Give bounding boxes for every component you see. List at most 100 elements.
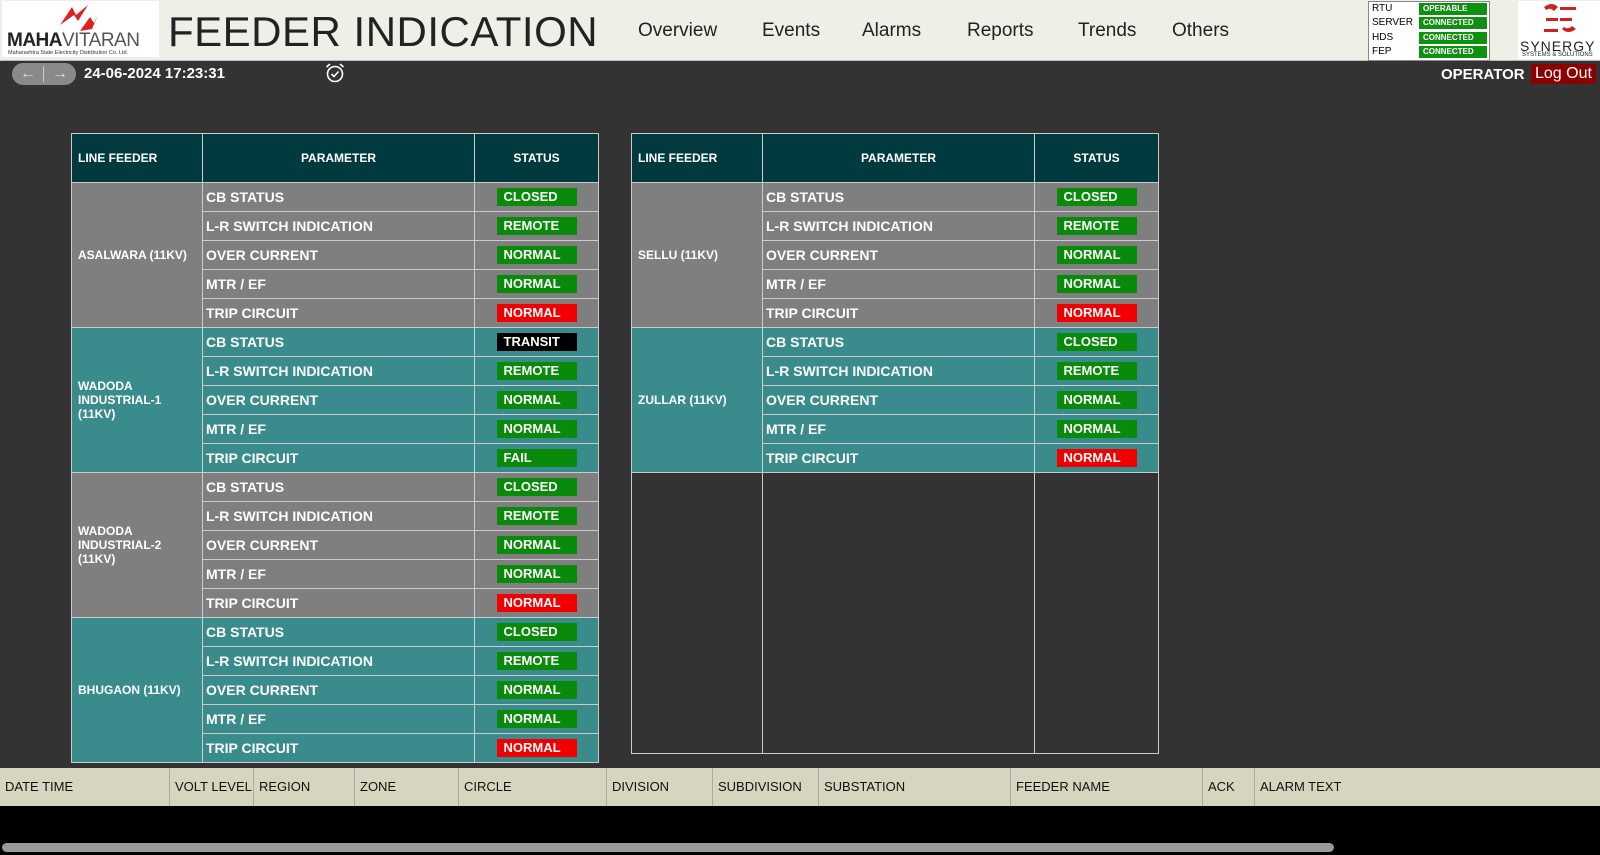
status-badge[interactable]: NORMAL <box>496 536 577 554</box>
nav-overview[interactable]: Overview <box>638 20 717 42</box>
parameter-label: OVER CURRENT <box>202 385 475 415</box>
status-badge[interactable]: NORMAL <box>1056 449 1137 467</box>
col-header-status: STATUS <box>1034 133 1159 183</box>
empty-row <box>631 585 1159 613</box>
table-header-row: LINE FEEDER PARAMETER STATUS <box>631 133 1159 183</box>
status-badge[interactable]: REMOTE <box>496 217 577 235</box>
empty-row <box>631 529 1159 557</box>
nav-trends[interactable]: Trends <box>1078 20 1136 42</box>
alarm-col-circle[interactable]: CIRCLE <box>458 768 606 806</box>
status-cell: NORMAL <box>474 269 599 299</box>
status-badge[interactable]: NORMAL <box>496 304 577 322</box>
nav-events[interactable]: Events <box>762 20 820 42</box>
history-nav: ← → <box>12 63 76 85</box>
empty-row <box>631 669 1159 697</box>
status-cell: NORMAL <box>474 385 599 415</box>
col-header-line-feeder: LINE FEEDER <box>71 133 203 183</box>
parameter-label: MTR / EF <box>762 414 1035 444</box>
parameter-label: L-R SWITCH INDICATION <box>202 646 475 676</box>
nav-alarms[interactable]: Alarms <box>862 20 921 42</box>
status-cell: CLOSED <box>474 182 599 212</box>
feeder-name: WADODA INDUSTRIAL-1 (11KV) <box>71 327 203 473</box>
status-badge[interactable]: REMOTE <box>1056 362 1137 380</box>
status-badge[interactable]: REMOTE <box>496 362 577 380</box>
status-value: CONNECTED <box>1419 32 1487 44</box>
alarm-col-feeder-name[interactable]: FEEDER NAME <box>1010 768 1202 806</box>
alarm-col-alarm-text[interactable]: ALARM TEXT <box>1254 768 1600 806</box>
table-row: ASALWARA (11KV) CB STATUS CLOSED <box>71 182 599 328</box>
parameter-label: TRIP CIRCUIT <box>202 298 475 328</box>
status-badge[interactable]: REMOTE <box>496 652 577 670</box>
empty-cell <box>631 725 763 754</box>
empty-cell <box>762 641 1035 669</box>
parameter-label: TRIP CIRCUIT <box>202 588 475 618</box>
status-badge[interactable]: NORMAL <box>496 710 577 728</box>
system-status-panel: RTU OPERABLE SERVER CONNECTED HDS CONNECTED… <box>1368 1 1490 61</box>
status-badge[interactable]: NORMAL <box>496 391 577 409</box>
status-badge[interactable]: REMOTE <box>496 507 577 525</box>
status-badge[interactable]: NORMAL <box>496 246 577 264</box>
status-badge[interactable]: CLOSED <box>496 623 577 641</box>
empty-cell <box>1034 501 1159 529</box>
arrow-left-icon[interactable]: ← <box>12 63 44 85</box>
alarm-col-division[interactable]: DIVISION <box>606 768 712 806</box>
alarm-col-substation[interactable]: SUBSTATION <box>818 768 1010 806</box>
status-badge[interactable]: REMOTE <box>1056 217 1137 235</box>
status-badge[interactable]: NORMAL <box>496 681 577 699</box>
empty-row <box>631 641 1159 669</box>
arrow-right-icon[interactable]: → <box>44 63 76 85</box>
feeder-table-left: LINE FEEDER PARAMETER STATUS ASALWARA (1… <box>71 133 599 763</box>
status-badge[interactable]: CLOSED <box>496 188 577 206</box>
alarm-col-region[interactable]: REGION <box>253 768 354 806</box>
status-badge[interactable]: NORMAL <box>1056 420 1137 438</box>
logout-button[interactable]: Log Out <box>1531 64 1596 84</box>
alarm-clock-icon[interactable] <box>324 62 346 84</box>
alarm-col-ack[interactable]: ACK <box>1202 768 1254 806</box>
status-badge[interactable]: NORMAL <box>496 420 577 438</box>
status-badge[interactable]: CLOSED <box>1056 188 1137 206</box>
status-badge[interactable]: NORMAL <box>1056 391 1137 409</box>
feeder-name: BHUGAON (11KV) <box>71 617 203 763</box>
parameter-label: MTR / EF <box>202 559 475 589</box>
status-badge[interactable]: NORMAL <box>496 565 577 583</box>
alarm-col-subdivision[interactable]: SUBDIVISION <box>712 768 818 806</box>
status-badge[interactable]: NORMAL <box>496 739 577 757</box>
status-cell: CLOSED <box>474 617 599 647</box>
alarm-col-volt-level[interactable]: VOLT LEVEL <box>169 768 253 806</box>
status-badge[interactable]: NORMAL <box>1056 246 1137 264</box>
parameter-label: L-R SWITCH INDICATION <box>762 356 1035 386</box>
alarm-col-zone[interactable]: ZONE <box>354 768 458 806</box>
horizontal-scrollbar[interactable] <box>2 843 1334 852</box>
empty-cell <box>762 669 1035 697</box>
status-cell: REMOTE <box>474 211 599 241</box>
status-badge[interactable]: NORMAL <box>1056 275 1137 293</box>
parameter-label: MTR / EF <box>202 704 475 734</box>
parameter-label: CB STATUS <box>202 472 475 502</box>
status-badge[interactable]: TRANSIT <box>496 333 577 351</box>
empty-cell <box>1034 585 1159 613</box>
status-badge[interactable]: CLOSED <box>1056 333 1137 351</box>
status-cell: NORMAL <box>1034 298 1159 328</box>
nav-reports[interactable]: Reports <box>967 20 1034 42</box>
status-badge[interactable]: NORMAL <box>496 275 577 293</box>
status-badge[interactable]: FAIL <box>496 449 577 467</box>
empty-cell <box>1034 529 1159 557</box>
parameter-label: TRIP CIRCUIT <box>762 443 1035 473</box>
status-value: CONNECTED <box>1419 17 1487 29</box>
empty-cell <box>762 501 1035 529</box>
nav-others[interactable]: Others <box>1172 20 1229 42</box>
logo-subtitle: Maharashtra State Electricity Distributi… <box>8 50 129 56</box>
alarm-col-datetime[interactable]: DATE TIME <box>0 768 169 806</box>
status-cell: REMOTE <box>474 646 599 676</box>
status-cell: REMOTE <box>1034 356 1159 386</box>
empty-cell <box>631 697 763 725</box>
parameter-label: CB STATUS <box>762 327 1035 357</box>
status-badge[interactable]: NORMAL <box>496 594 577 612</box>
parameter-label: L-R SWITCH INDICATION <box>202 211 475 241</box>
empty-cell <box>631 613 763 641</box>
empty-cell <box>762 613 1035 641</box>
app-header: MAHAVITARAN Maharashtra State Electricit… <box>0 0 1600 61</box>
status-badge[interactable]: CLOSED <box>496 478 577 496</box>
status-badge[interactable]: NORMAL <box>1056 304 1137 322</box>
status-label: FEP <box>1372 46 1392 57</box>
